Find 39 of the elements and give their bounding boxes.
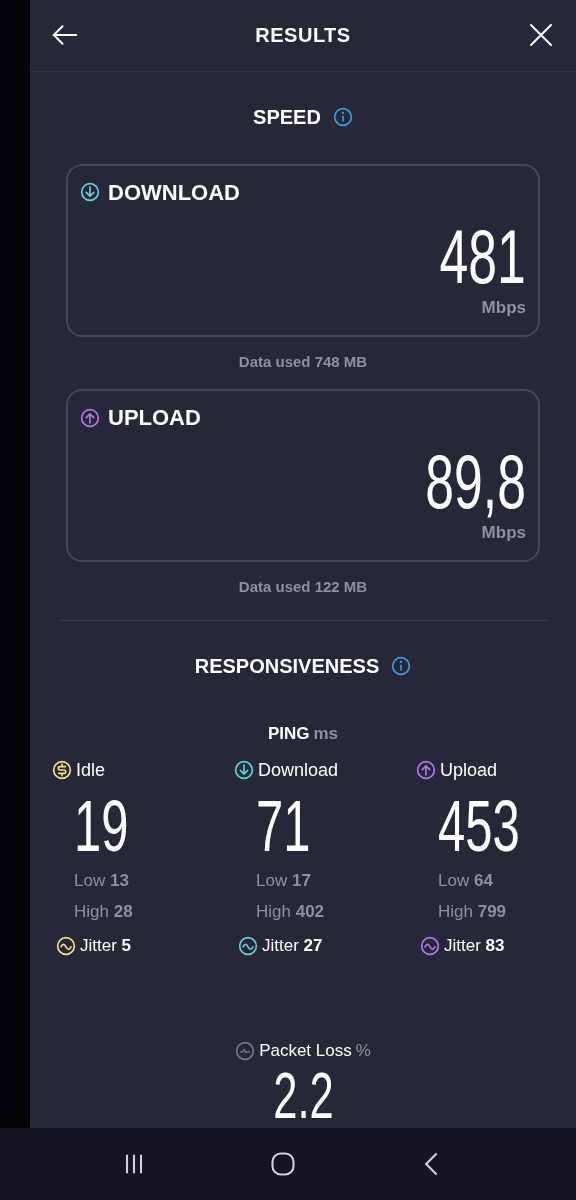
ping-value: 453 xyxy=(438,790,520,862)
info-icon[interactable] xyxy=(391,656,412,677)
data-used-text: Data used 122 MB xyxy=(238,578,368,595)
gauge-icon xyxy=(235,1041,256,1062)
speed-value: 481 xyxy=(439,218,526,295)
low-value: Low 13 xyxy=(74,871,129,890)
unit-label: % xyxy=(355,1040,371,1063)
data-used-text: Data used 748 MB xyxy=(238,352,368,370)
jitter-value: Jitter 5 xyxy=(80,935,132,957)
card-label: DOWNLOAD xyxy=(108,178,240,207)
ping-label: Idle xyxy=(76,759,106,782)
jitter-value: Jitter 27 xyxy=(262,935,323,957)
low-value: Low 64 xyxy=(438,871,493,890)
wave-icon xyxy=(420,935,440,956)
unit-label: Mbps xyxy=(481,523,526,542)
unit-label: ms xyxy=(313,724,339,744)
ping-label: PING xyxy=(267,724,310,744)
packet-loss-value: 2.2 xyxy=(272,1064,334,1128)
ping-label: Download xyxy=(258,759,339,782)
home-button[interactable] xyxy=(269,1150,297,1178)
low-value: Low 17 xyxy=(256,871,311,890)
wave-icon xyxy=(238,935,258,956)
jitter-value: Jitter 83 xyxy=(444,935,505,957)
ping-value: 19 xyxy=(74,790,129,862)
card-label: UPLOAD xyxy=(108,404,201,432)
wave-icon xyxy=(56,935,76,956)
info-icon[interactable] xyxy=(332,106,353,127)
section-title: SPEED xyxy=(253,104,321,130)
home-icon xyxy=(269,1150,297,1178)
section-title: RESPONSIVENESS xyxy=(194,654,380,680)
unit-label: Mbps xyxy=(481,297,526,317)
speed-value: 89,8 xyxy=(425,444,526,520)
ping-value: 71 xyxy=(256,790,311,862)
high-value: High 402 xyxy=(256,902,325,922)
packet-loss-label: Packet Loss xyxy=(259,1040,352,1063)
screen-title: RESULTS xyxy=(255,23,351,49)
high-value: High 28 xyxy=(74,902,133,922)
ping-label: Upload xyxy=(440,759,498,782)
high-value: High 799 xyxy=(438,902,507,922)
